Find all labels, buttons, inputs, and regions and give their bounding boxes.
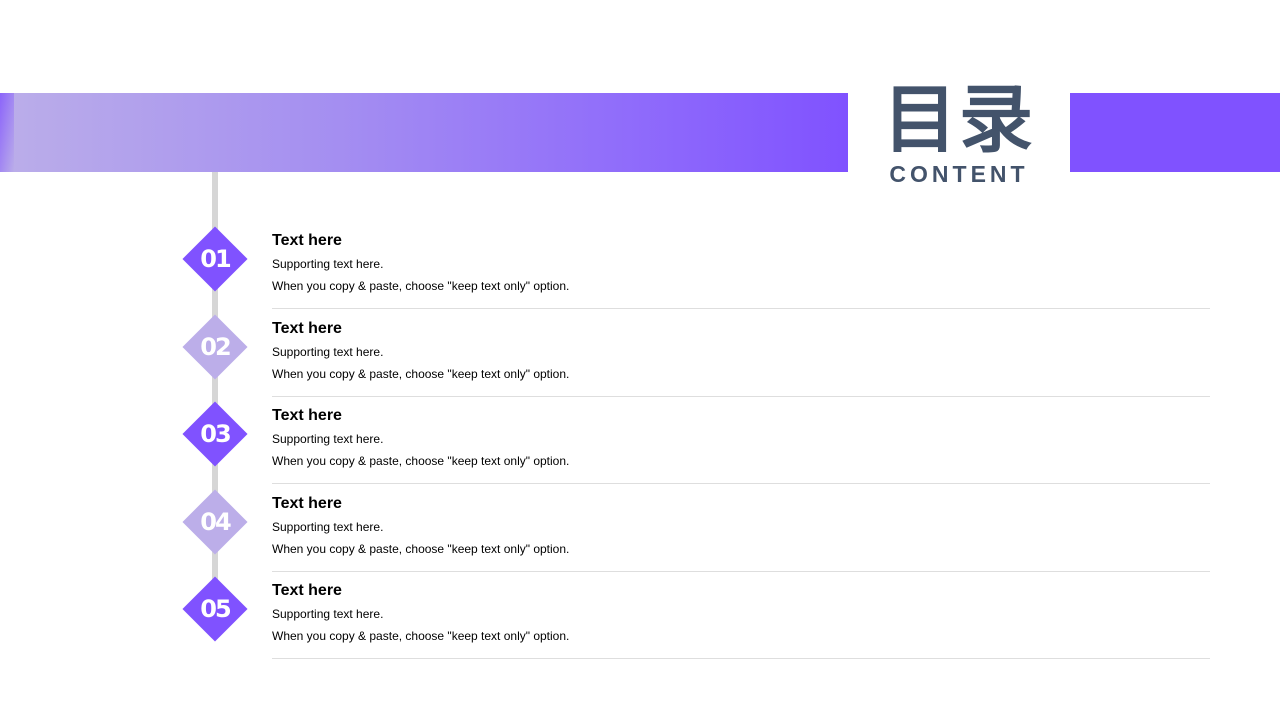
item-subtitle: Supporting text here. — [272, 344, 384, 359]
item-title: Text here — [272, 494, 342, 512]
item-note: When you copy & paste, choose "keep text… — [272, 629, 570, 643]
item-note: When you copy & paste, choose "keep text… — [272, 279, 570, 293]
item-divider — [272, 483, 1210, 484]
item-number: 05 — [200, 595, 231, 623]
item-title: Text here — [272, 407, 342, 424]
item-title: Text here — [272, 232, 342, 249]
item-note: When you copy & paste, choose "keep text… — [272, 454, 570, 468]
item-number: 04 — [200, 507, 231, 536]
item-title: Text here — [272, 319, 342, 337]
item-subtitle: Supporting text here. — [272, 432, 384, 446]
item-divider — [272, 658, 1210, 659]
item-subtitle: Supporting text here. — [272, 607, 384, 621]
page-title: 目录 — [883, 77, 1035, 163]
header-band-right — [1070, 93, 1280, 172]
header-band-left — [0, 93, 848, 172]
item-title: Text here — [272, 582, 342, 599]
item-note: When you copy & paste, choose "keep text… — [272, 366, 570, 381]
page-subtitle: CONTENT — [889, 161, 1029, 187]
item-note: When you copy & paste, choose "keep text… — [272, 541, 570, 556]
item-number: 03 — [200, 420, 231, 448]
item-divider — [272, 308, 1210, 309]
item-divider — [272, 395, 1210, 397]
item-subtitle: Supporting text here. — [272, 519, 384, 534]
item-number: 01 — [200, 245, 231, 273]
item-divider — [272, 570, 1210, 572]
title-block: 目录 CONTENT — [848, 78, 1070, 190]
item-number: 02 — [200, 332, 231, 361]
item-subtitle: Supporting text here. — [272, 257, 384, 271]
